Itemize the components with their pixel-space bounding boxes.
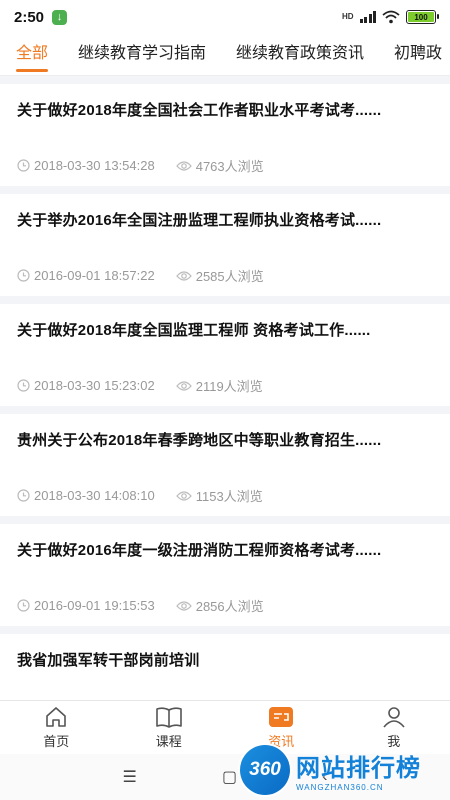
article-datetime: 2018-03-30 14:08:10: [34, 488, 155, 503]
article-meta: 2018-03-30 15:23:02 2119人浏览: [17, 376, 263, 395]
views-group: 2119人浏览: [175, 376, 263, 395]
eye-icon: [175, 380, 192, 391]
article-datetime: 2018-03-30 15:23:02: [34, 378, 155, 393]
eye-icon: [175, 490, 192, 501]
status-time: 2:50: [14, 8, 45, 26]
views-group: 4763人浏览: [175, 156, 264, 175]
back-icon[interactable]: ‹: [322, 768, 327, 786]
download-notification-icon: ↓: [52, 9, 68, 25]
article-views: 4763人浏览: [195, 159, 264, 174]
tab-policy-news[interactable]: 继续教育政策资讯: [236, 34, 364, 75]
article-title: 关于举办2016年全国注册监理工程师执业资格考试......: [17, 212, 382, 229]
views-group: 2585人浏览: [175, 266, 264, 285]
book-icon: [155, 706, 182, 728]
news-icon: [269, 706, 294, 727]
nav-news[interactable]: 资讯: [225, 701, 338, 754]
system-nav-bar: ☰ ▢ ‹: [0, 754, 450, 800]
article-meta: 2018-03-30 13:54:28 4763人浏览: [17, 156, 264, 175]
article-meta: 2018-03-30 14:08:10 1153人浏览: [17, 486, 263, 505]
nav-me-label: 我: [387, 733, 401, 749]
wifi-icon: [382, 10, 400, 24]
nav-news-label: 资讯: [268, 733, 295, 749]
user-icon: [383, 706, 405, 728]
network-type-label: HD: [341, 12, 354, 21]
article-title: 关于做好2016年度一级注册消防工程师资格考试考......: [17, 542, 382, 559]
clock-icon: [17, 379, 30, 392]
status-icons: HD 100: [341, 10, 439, 24]
article-card[interactable]: 关于做好2018年度全国社会工作者职业水平考试考...... 2018-03-3…: [0, 84, 450, 186]
nav-home-label: 首页: [43, 733, 70, 749]
signal-icon: [359, 11, 376, 23]
article-datetime: 2016-09-01 18:57:22: [34, 268, 155, 283]
article-views: 2119人浏览: [195, 379, 263, 394]
menu-icon[interactable]: ☰: [123, 767, 137, 787]
clock-icon: [17, 269, 30, 282]
eye-icon: [175, 600, 192, 611]
article-views: 2585人浏览: [195, 269, 264, 284]
article-card[interactable]: 关于举办2016年全国注册监理工程师执业资格考试...... 2016-09-0…: [0, 194, 450, 296]
eye-icon: [175, 270, 192, 281]
article-card[interactable]: 关于做好2018年度全国监理工程师 资格考试工作...... 2018-03-3…: [0, 304, 450, 406]
article-card[interactable]: 关于做好2016年度一级注册消防工程师资格考试考...... 2016-09-0…: [0, 524, 450, 626]
home-icon: [46, 706, 67, 727]
tab-learning-guide[interactable]: 继续教育学习指南: [78, 34, 206, 75]
article-views: 1153人浏览: [195, 489, 263, 504]
eye-icon: [175, 160, 192, 171]
nav-home[interactable]: 首页: [0, 701, 113, 754]
article-title: 贵州关于公布2018年春季跨地区中等职业教育招生......: [17, 432, 382, 449]
article-card[interactable]: 贵州关于公布2018年春季跨地区中等职业教育招生...... 2018-03-3…: [0, 414, 450, 516]
article-title: 关于做好2018年度全国监理工程师 资格考试工作......: [17, 322, 371, 339]
article-datetime: 2016-09-01 19:15:53: [34, 598, 155, 613]
tab-all[interactable]: 全部: [16, 34, 49, 75]
article-list: 关于做好2018年度全国社会工作者职业水平考试考...... 2018-03-3…: [0, 84, 450, 744]
article-title: 我省加强军转干部岗前培训: [17, 652, 200, 669]
bottom-nav: 首页 课程 资讯 我: [0, 700, 450, 754]
battery-level: 100: [408, 12, 434, 22]
battery-icon: 100: [406, 10, 439, 24]
home-square-icon[interactable]: ▢: [222, 767, 237, 787]
article-meta: 2016-09-01 18:57:22 2585人浏览: [17, 266, 264, 285]
clock-icon: [17, 159, 30, 172]
article-datetime: 2018-03-30 13:54:28: [34, 158, 155, 173]
article-meta: 2016-09-01 19:15:53 2856人浏览: [17, 596, 264, 615]
tab-initial-hiring[interactable]: 初聘政: [394, 34, 442, 75]
category-tabs: 全部 继续教育学习指南 继续教育政策资讯 初聘政: [0, 34, 450, 76]
nav-me[interactable]: 我: [338, 701, 450, 754]
status-bar: 2:50 ↓ HD 100: [0, 0, 450, 34]
views-group: 1153人浏览: [175, 486, 263, 505]
clock-icon: [17, 599, 30, 612]
nav-course[interactable]: 课程: [113, 701, 226, 754]
article-title: 关于做好2018年度全国社会工作者职业水平考试考......: [17, 102, 382, 119]
clock-icon: [17, 489, 30, 502]
article-views: 2856人浏览: [195, 599, 264, 614]
views-group: 2856人浏览: [175, 596, 264, 615]
nav-course-label: 课程: [155, 733, 182, 749]
